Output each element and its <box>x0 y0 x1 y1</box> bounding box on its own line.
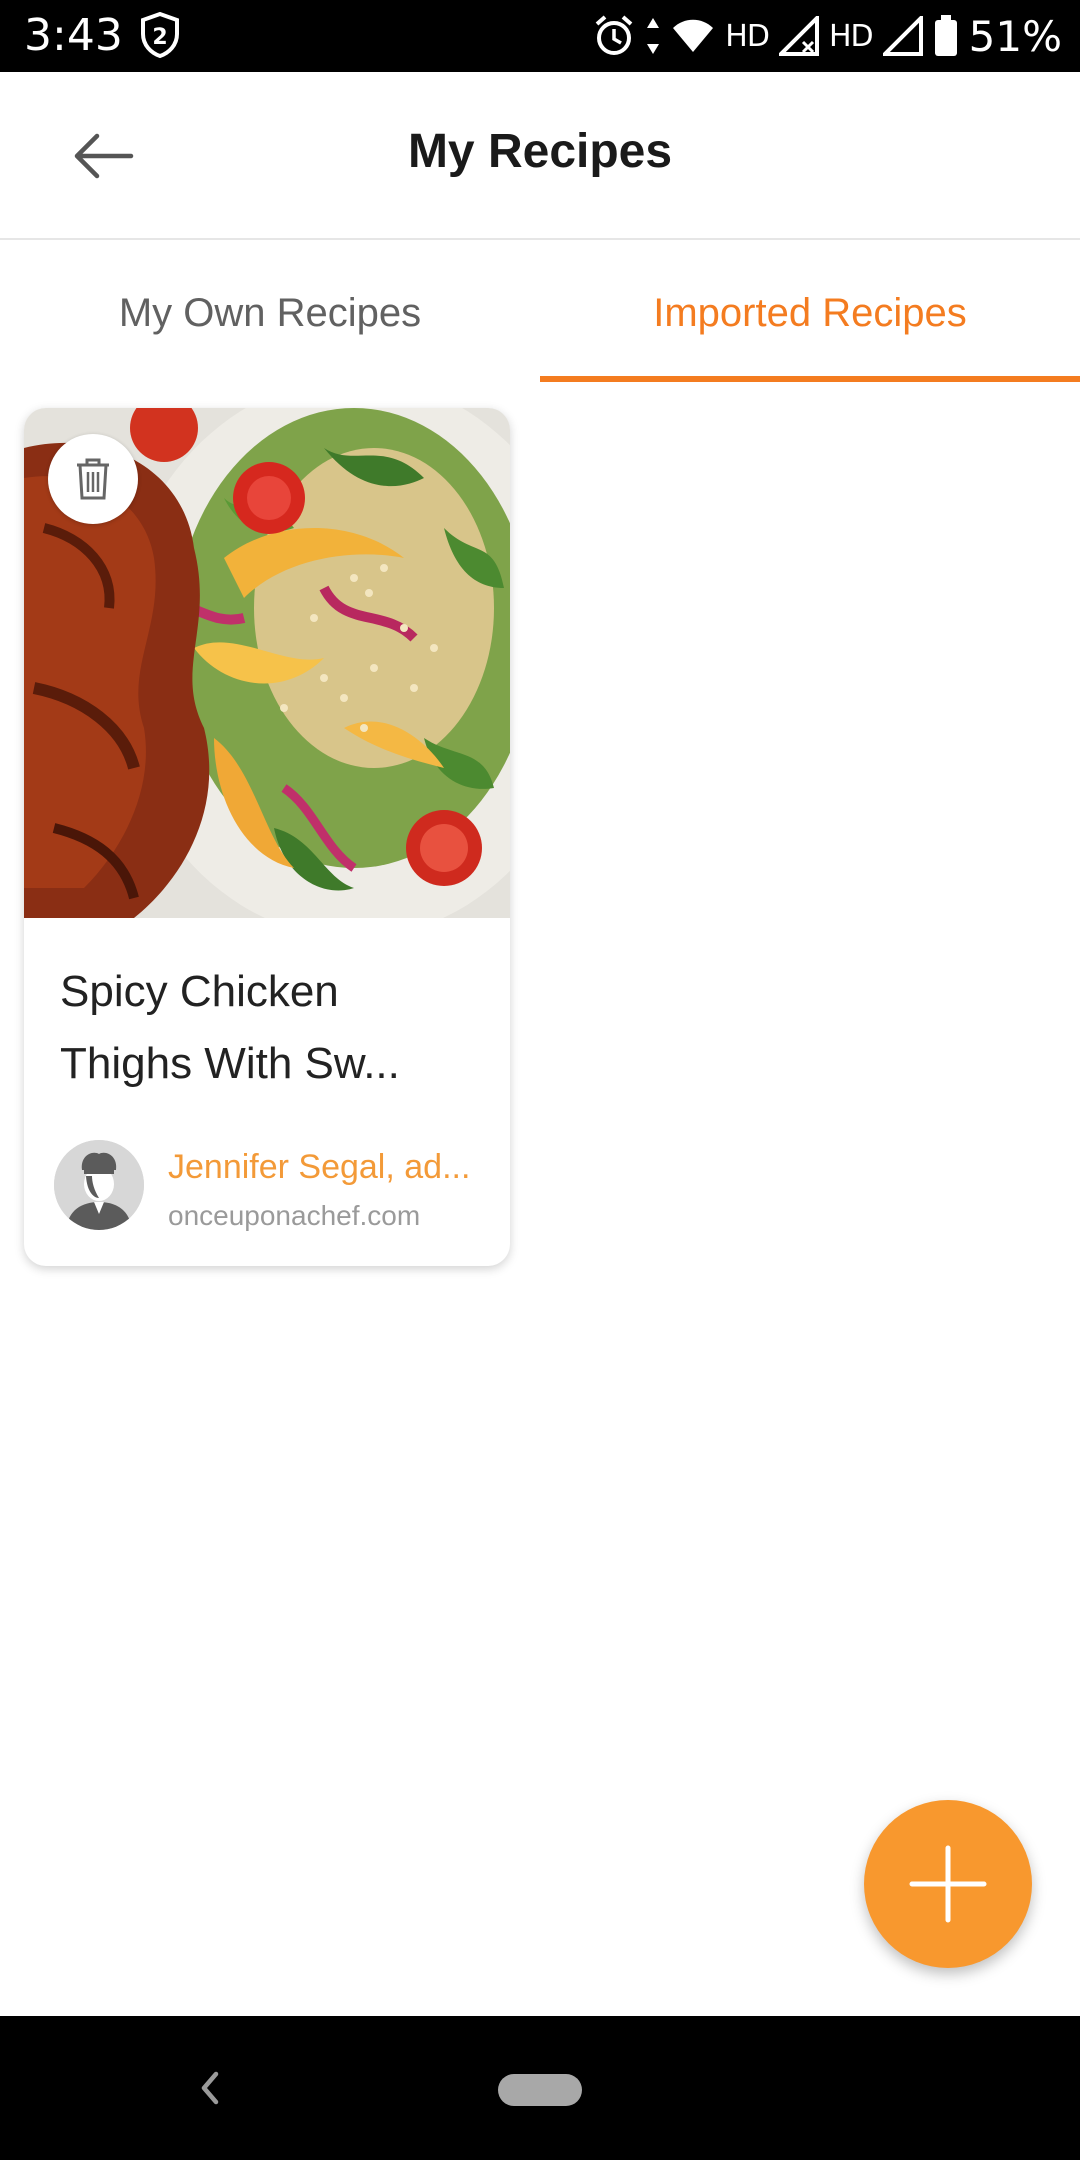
status-icons: HD HD 51% <box>593 8 1062 64</box>
recipe-photo <box>24 408 510 918</box>
app-bar: My Recipes <box>0 72 1080 240</box>
wifi-icon <box>671 18 715 54</box>
recipe-card[interactable]: Spicy Chicken Thighs With Sw... Jennifer… <box>24 408 510 1266</box>
system-nav-bar <box>0 2016 1080 2160</box>
add-recipe-button[interactable] <box>864 1800 1032 1968</box>
delete-recipe-button[interactable] <box>48 434 138 524</box>
signal-icon <box>882 16 923 56</box>
recipe-author: Jennifer Segal, ad... <box>168 1148 471 1186</box>
status-time: 3:43 <box>24 10 123 61</box>
nav-home-button[interactable] <box>498 2074 582 2106</box>
tab-indicator <box>540 376 1080 382</box>
trash-icon <box>77 458 109 500</box>
recipe-title-line-2: Thighs With Sw... <box>60 1039 400 1088</box>
network-hd-label: HD <box>725 18 770 54</box>
page-title: My Recipes <box>407 125 673 178</box>
recipe-title-line-1: Spicy Chicken <box>60 967 339 1016</box>
network-hd-label-2: HD <box>828 18 874 54</box>
battery-percent: 51% <box>968 11 1062 61</box>
battery-icon <box>933 14 959 58</box>
recipe-tabs: My Own Recipes Imported Recipes <box>0 242 1080 384</box>
data-transfer-icon <box>645 16 661 56</box>
avatar <box>54 1140 144 1230</box>
tab-imported-recipes[interactable]: Imported Recipes <box>540 242 1080 384</box>
chef-avatar-icon <box>54 1140 144 1230</box>
shield-badge-text: 2 <box>152 25 167 50</box>
chevron-left-icon <box>201 2071 219 2105</box>
signal-no-data-icon <box>778 16 819 56</box>
plus-icon <box>909 1845 987 1923</box>
tab-my-own-recipes[interactable]: My Own Recipes <box>0 242 540 384</box>
alarm-icon <box>593 14 635 58</box>
recipe-source: onceuponachef.com <box>168 1200 421 1231</box>
shield-notification-icon: 2 <box>140 11 180 63</box>
recipe-title: Spicy Chicken Thighs With Sw... <box>60 956 480 1100</box>
nav-back-button[interactable] <box>186 2062 234 2114</box>
status-bar: 3:43 2 HD HD 51% <box>0 0 1080 72</box>
